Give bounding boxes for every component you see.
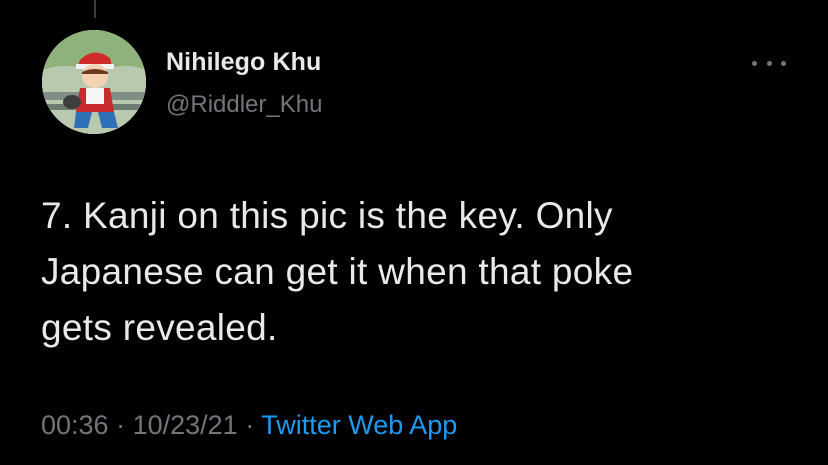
meta-separator: · [108,410,133,440]
tweet-source-link[interactable]: Twitter Web App [261,410,457,440]
tweet-time[interactable]: 00:36 [41,410,109,440]
tweet-metadata: 00:36 · 10/23/21 · Twitter Web App [41,410,457,441]
thread-connector-line [94,0,96,18]
author-handle[interactable]: @Riddler_Khu [166,91,322,119]
more-horizontal-icon [752,60,757,66]
avatar-image [42,30,146,134]
avatar[interactable] [42,30,146,134]
tweet-date[interactable]: 10/23/21 [133,410,238,440]
tweet-text: 7. Kanji on this pic is the key. Only Ja… [41,195,634,348]
more-horizontal-icon [766,60,772,66]
more-horizontal-icon [781,60,786,66]
meta-separator: · [237,410,262,440]
author-name[interactable]: Nihilego Khu [166,48,321,77]
more-options-button[interactable] [752,54,786,72]
